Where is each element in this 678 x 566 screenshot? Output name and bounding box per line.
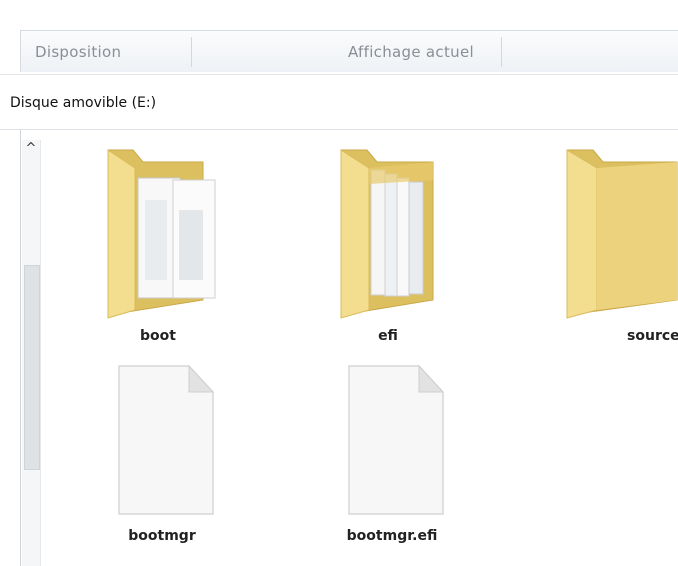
address-path[interactable]: Disque amovible (E:)	[10, 95, 156, 111]
file-item-bootmgr-efi[interactable]: bootmgr.efi	[312, 360, 472, 544]
file-icon	[348, 364, 445, 515]
folder-icon	[566, 149, 678, 319]
file-item-bootmgr[interactable]: bootmgr	[82, 360, 242, 544]
address-bar[interactable]: Disque amovible (E:)	[0, 74, 678, 130]
file-item-label: bootmgr	[128, 528, 196, 544]
file-item-label: efi	[378, 328, 398, 344]
file-item-boot[interactable]: boot	[78, 140, 238, 344]
ribbon-bar: Disposition Affichage actuel	[20, 30, 678, 72]
scrollbar-edge	[40, 140, 41, 566]
ribbon-group-disposition[interactable]: Disposition	[35, 43, 121, 61]
navigation-pane-border	[20, 130, 21, 566]
scrollbar-thumb[interactable]	[24, 265, 40, 470]
folder-with-documents-icon	[107, 149, 216, 319]
file-item-sources[interactable]: sources	[534, 140, 678, 344]
file-item-label: bootmgr.efi	[346, 528, 438, 544]
ribbon-separator	[501, 37, 502, 67]
file-item-label: boot	[140, 328, 176, 344]
ribbon-separator	[191, 37, 192, 67]
folder-with-documents-icon	[340, 149, 434, 319]
ribbon-group-current-view[interactable]: Affichage actuel	[348, 43, 474, 61]
file-item-label: sources	[627, 328, 678, 344]
scroll-up-arrow-icon[interactable]: ^	[22, 140, 40, 158]
file-item-efi[interactable]: efi	[308, 140, 468, 344]
file-icon	[118, 364, 215, 515]
